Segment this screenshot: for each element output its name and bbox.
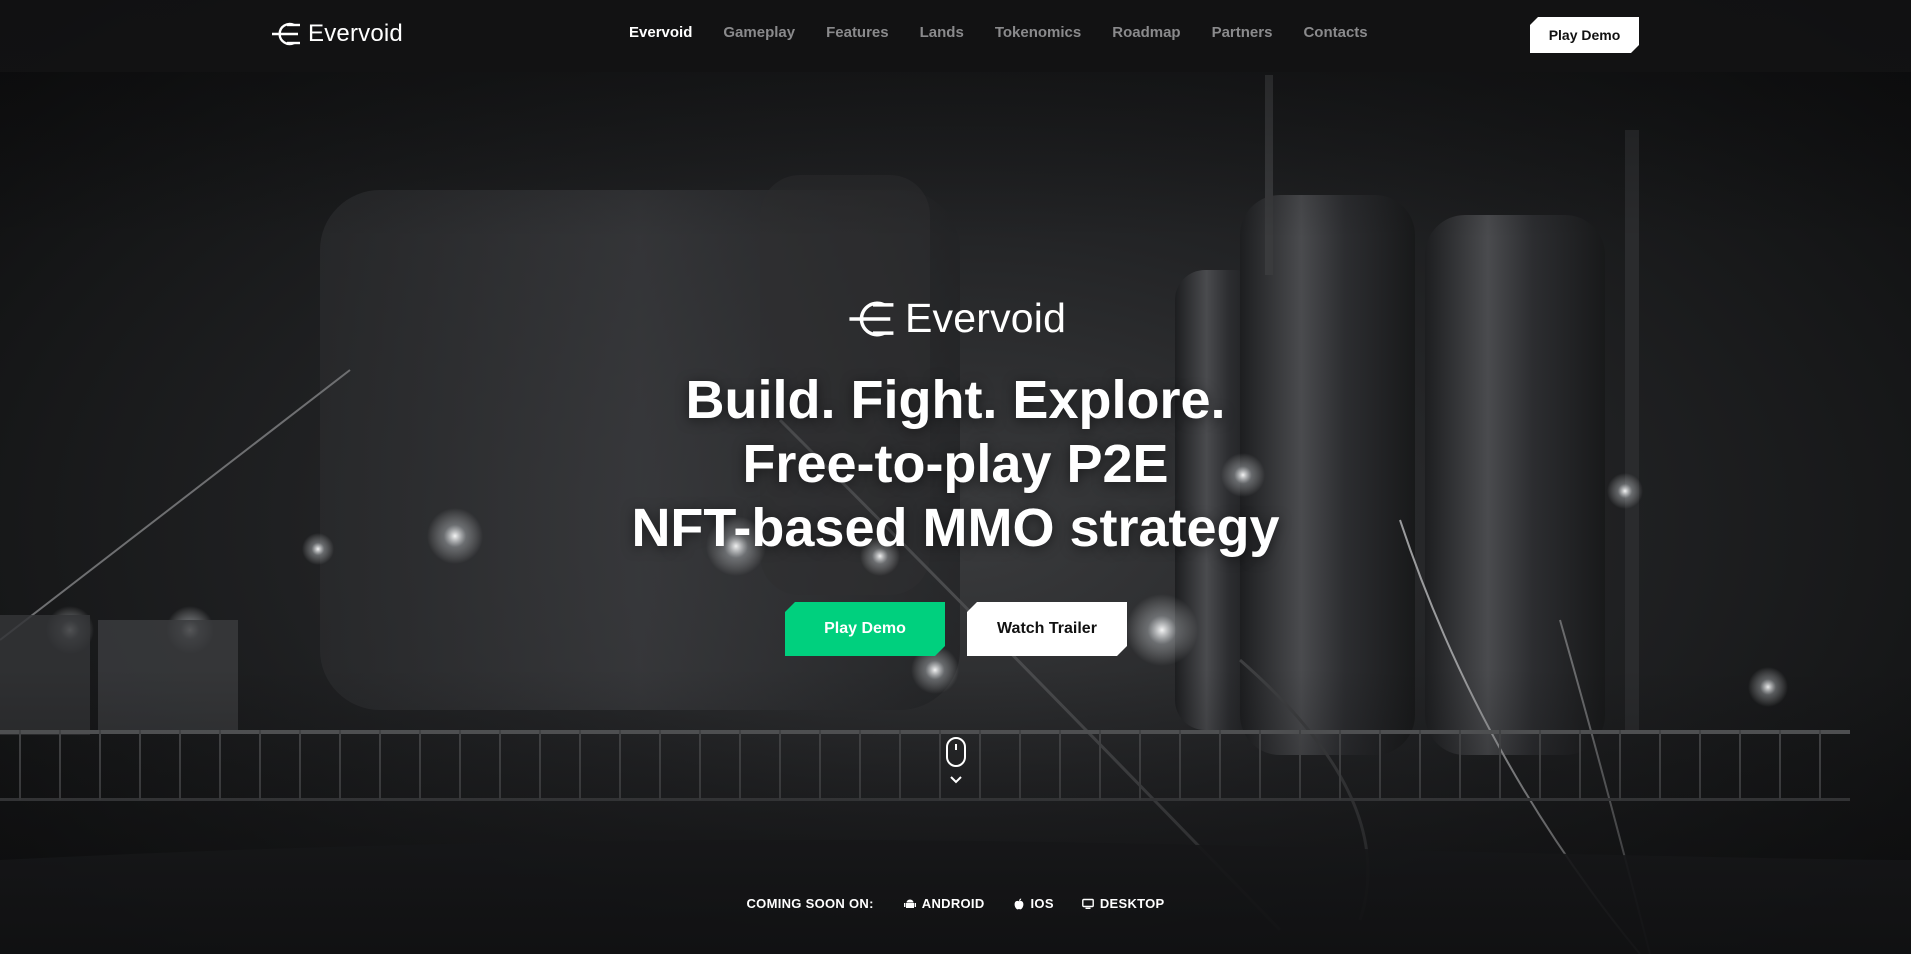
main-nav: Evervoid Gameplay Features Lands Tokenom… bbox=[629, 24, 1399, 41]
nav-item-contacts[interactable]: Contacts bbox=[1303, 24, 1367, 41]
headline-line-2: Free-to-play P2E bbox=[742, 434, 1169, 494]
platform-android-label: ANDROID bbox=[921, 896, 985, 911]
nav-item-roadmap[interactable]: Roadmap bbox=[1112, 24, 1180, 41]
hero-headline: Build. Fight. Explore. Free-to-play P2E … bbox=[0, 368, 1911, 560]
platform-android: ANDROID bbox=[903, 896, 985, 911]
headline-line-3: NFT-based MMO strategy bbox=[631, 498, 1280, 558]
android-icon bbox=[903, 899, 916, 908]
site-header: Evervoid Evervoid Gameplay Features Land… bbox=[0, 0, 1911, 72]
desktop-icon bbox=[1081, 898, 1094, 909]
coming-soon-bar: COMING SOON ON: ANDROID IOS DESKTOP bbox=[0, 896, 1911, 911]
hero-logo-text: Evervoid bbox=[905, 295, 1067, 341]
nav-item-features[interactable]: Features bbox=[826, 24, 889, 41]
nav-item-gameplay[interactable]: Gameplay bbox=[723, 24, 795, 41]
scroll-down-mouse-icon[interactable] bbox=[945, 737, 967, 787]
nav-item-evervoid[interactable]: Evervoid bbox=[629, 24, 692, 41]
header-play-demo-button[interactable]: Play Demo bbox=[1530, 17, 1639, 53]
nav-item-lands[interactable]: Lands bbox=[920, 24, 964, 41]
platform-desktop-label: DESKTOP bbox=[1099, 896, 1165, 911]
headline-line-1: Build. Fight. Explore. bbox=[685, 370, 1226, 430]
evervoid-logo-icon bbox=[272, 22, 300, 46]
play-demo-button[interactable]: Play Demo bbox=[785, 602, 945, 656]
platform-desktop: DESKTOP bbox=[1081, 896, 1165, 911]
nav-item-partners[interactable]: Partners bbox=[1212, 24, 1273, 41]
coming-soon-label: COMING SOON ON: bbox=[746, 896, 874, 911]
platform-ios: IOS bbox=[1013, 896, 1054, 911]
apple-icon bbox=[1014, 898, 1023, 909]
nav-item-tokenomics[interactable]: Tokenomics bbox=[995, 24, 1081, 41]
platform-ios-label: IOS bbox=[1030, 896, 1054, 911]
header-logo[interactable]: Evervoid bbox=[272, 20, 403, 48]
hero-logo: Evervoid bbox=[849, 295, 1066, 342]
watch-trailer-button[interactable]: Watch Trailer bbox=[967, 602, 1127, 656]
header-logo-text: Evervoid bbox=[308, 20, 403, 47]
evervoid-logo-icon bbox=[849, 301, 894, 336]
